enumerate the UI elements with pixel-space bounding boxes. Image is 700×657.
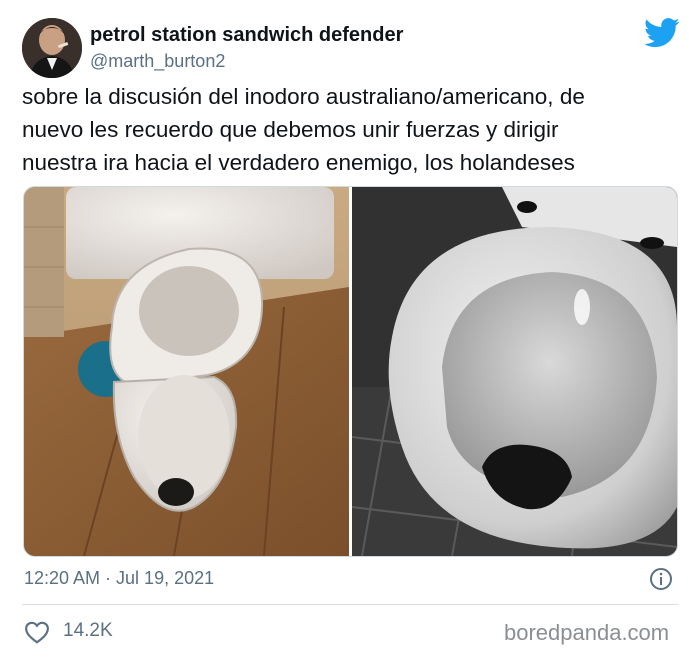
tweet-media[interactable] (23, 186, 678, 557)
photo-dutch-toilet[interactable] (352, 187, 677, 556)
divider (22, 604, 678, 605)
watermark: boredpanda.com (504, 620, 670, 645)
photo-australian-toilet[interactable] (24, 187, 349, 556)
twitter-bird-icon[interactable] (644, 18, 680, 48)
info-icon[interactable] (649, 567, 673, 591)
avatar[interactable] (22, 18, 82, 78)
tweet-text: sobre la discusión del inodoro australia… (22, 84, 585, 175)
like-count[interactable]: 14.2K (63, 620, 113, 642)
heart-icon[interactable] (24, 620, 50, 644)
tweet-timestamp[interactable]: 12:20 AM · Jul 19, 2021 (24, 568, 214, 589)
user-handle[interactable]: @marth_burton2 (90, 51, 225, 72)
display-name[interactable]: petrol station sandwich defender (90, 24, 403, 47)
